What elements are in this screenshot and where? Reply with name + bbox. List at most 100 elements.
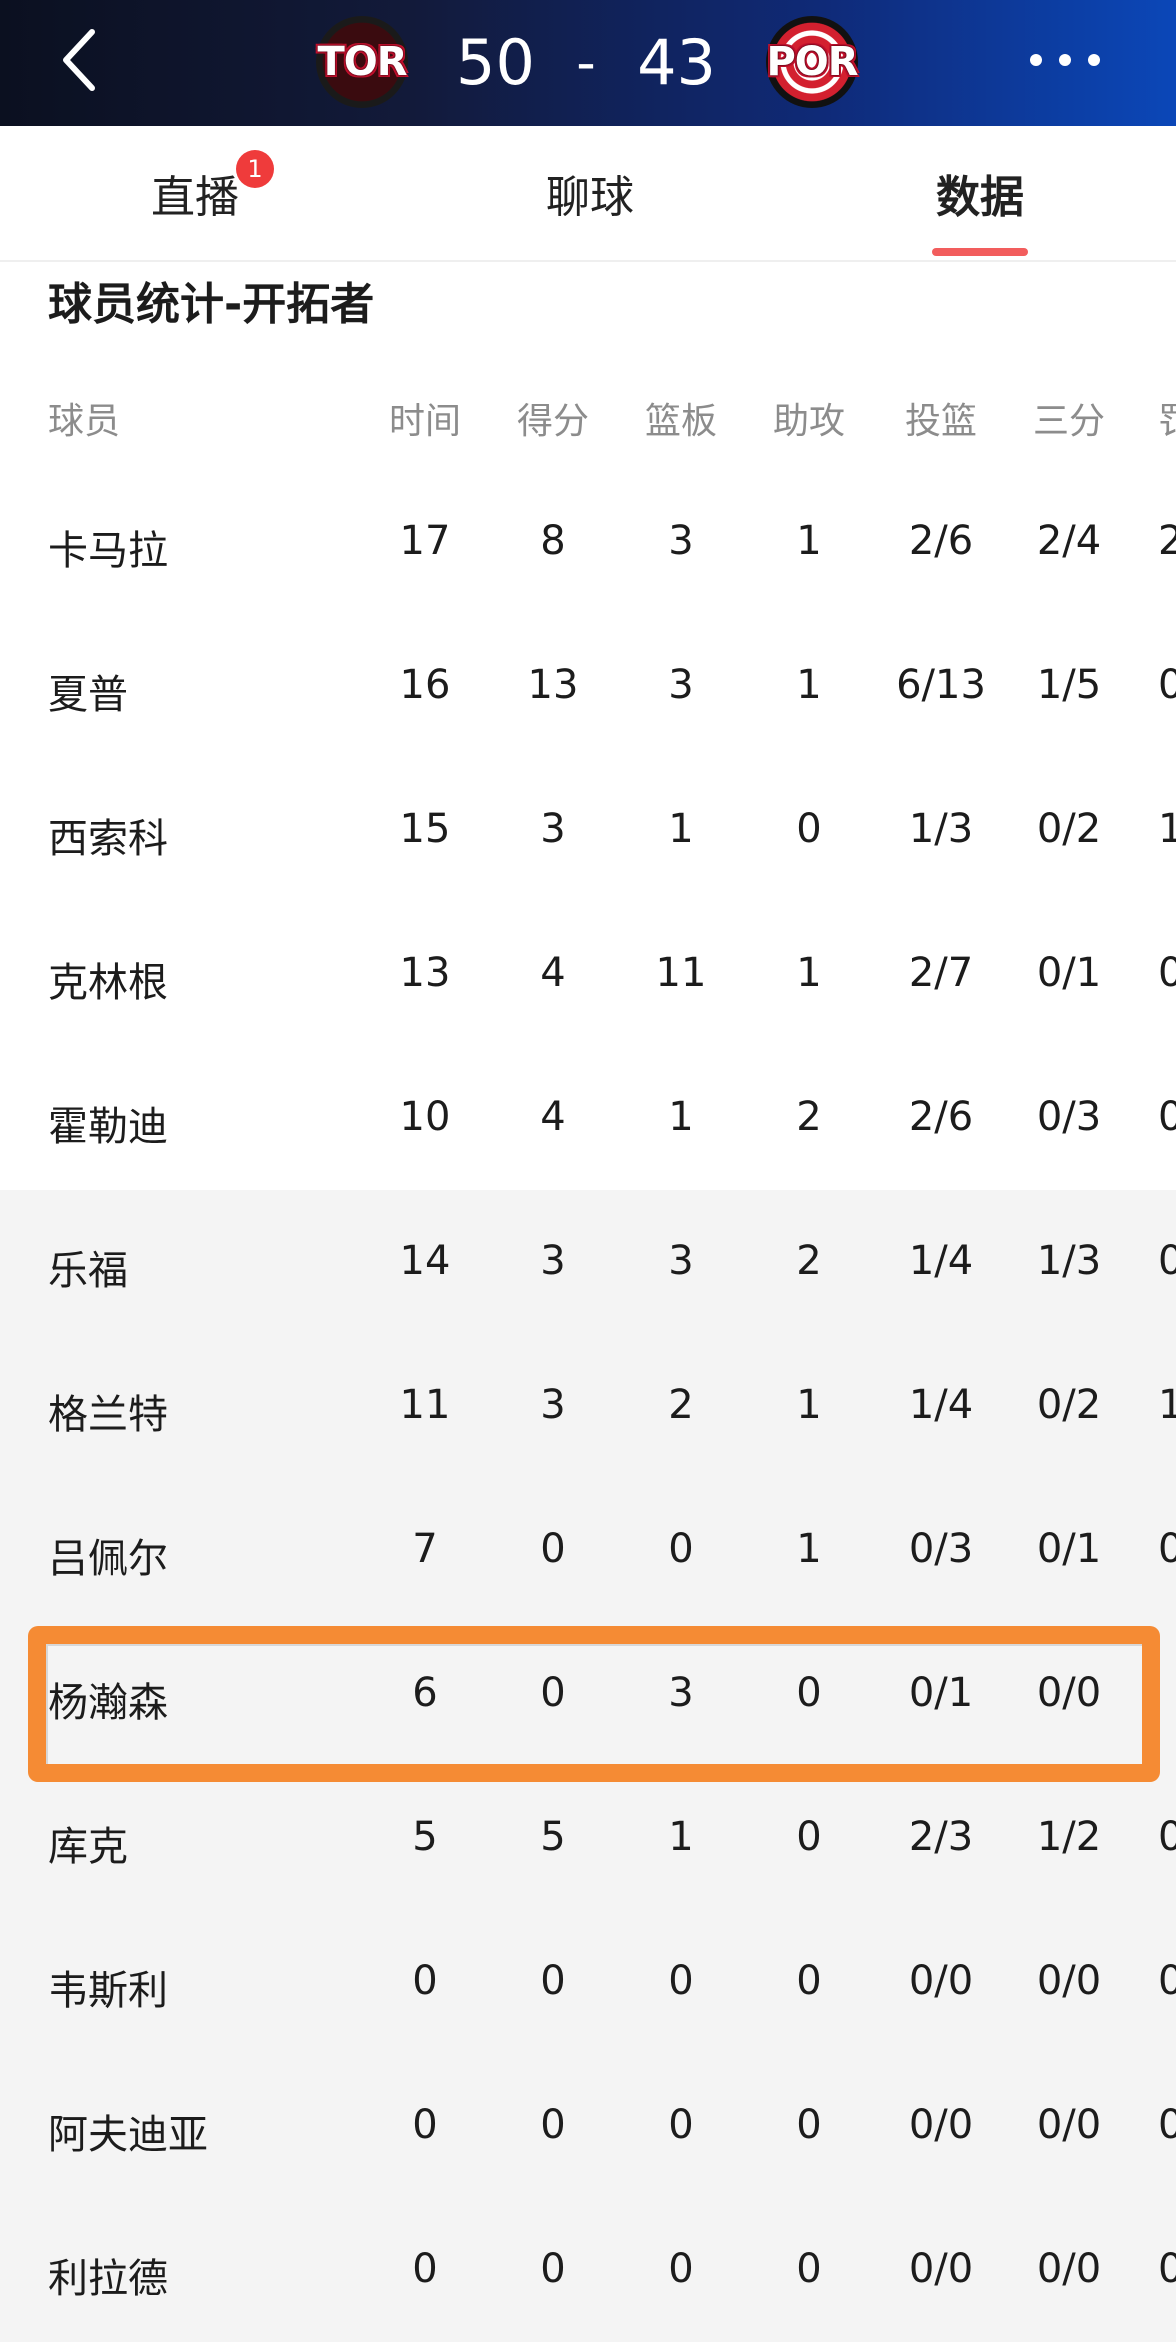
stat-rebounds: 0 [668,1526,694,1572]
column-header-free-throws[interactable]: 罚 [1158,392,1176,444]
stat-rebounds: 3 [668,1670,694,1716]
stat-rebounds: 0 [668,1958,694,2004]
column-header-minutes[interactable]: 时间 [380,392,470,444]
player-name: 库克 [48,1824,128,1870]
table-row[interactable]: 西索科 15 3 1 0 1/3 0/2 1 [0,758,1176,902]
tab-bar: 直播 1 聊球 数据 [0,126,1176,262]
column-header-player: 球员 [48,401,121,442]
table-row[interactable]: 卡马拉 17 8 3 1 2/6 2/4 2 [0,470,1176,614]
stat-rebounds: 0 [668,2102,694,2148]
table-row[interactable]: 阿夫迪亚 0 0 0 0 0/0 0/0 0 [0,2054,1176,2198]
stat-free-throws: 0 [1158,1094,1176,1140]
stat-assists: 2 [796,1094,822,1140]
stat-assists: 1 [796,1526,822,1572]
stat-three-pointers: 0/2 [1036,1382,1102,1428]
chevron-left-icon [63,29,95,91]
team-abbr-tor: TOR [317,39,407,85]
player-name: 阿夫迪亚 [48,2112,208,2158]
table-row[interactable]: 夏普 16 13 3 1 6/13 1/5 0 [0,614,1176,758]
stat-minutes: 6 [412,1670,438,1716]
stat-field-goals: 0/0 [908,1958,974,2004]
stat-assists: 0 [796,1814,822,1860]
tab-chat[interactable]: 聊球 [490,126,690,260]
scoreboard: 50 - 43 [456,22,716,102]
stat-free-throws: 2 [1158,518,1176,564]
tab-live-label: 直播 [151,172,239,223]
stat-points: 8 [540,518,566,564]
more-dots-icon [1088,54,1100,66]
tab-live[interactable]: 直播 1 [100,126,290,260]
stat-three-pointers: 1/2 [1036,1814,1102,1860]
stat-minutes: 13 [399,950,451,996]
tab-chat-label: 聊球 [546,172,634,223]
stat-assists: 0 [796,1958,822,2004]
table-row[interactable]: 乐福 14 3 3 2 1/4 1/3 0 [0,1190,1176,1334]
stat-minutes: 5 [412,1814,438,1860]
stat-field-goals: 0/0 [908,2102,974,2148]
stat-rebounds: 11 [655,950,707,996]
team-logo-tor[interactable]: TOR [316,16,408,108]
player-name: 卡马拉 [48,528,168,574]
table-row[interactable]: 霍勒迪 10 4 1 2 2/6 0/3 0 [0,1046,1176,1190]
column-header-field-goals[interactable]: 投篮 [876,392,1006,444]
column-header-rebounds[interactable]: 篮板 [636,392,726,444]
stat-points: 0 [540,2246,566,2292]
stat-assists: 0 [796,1670,822,1716]
table-row[interactable]: 吕佩尔 7 0 0 1 0/3 0/1 0 [0,1478,1176,1622]
stat-rebounds: 0 [668,2246,694,2292]
stat-three-pointers: 0/3 [1036,1094,1102,1140]
notification-badge: 1 [236,150,274,188]
table-row[interactable]: 克林根 13 4 11 1 2/7 0/1 0 [0,902,1176,1046]
more-button[interactable] [1030,40,1100,80]
stat-three-pointers: 0/0 [1036,2246,1102,2292]
table-row[interactable]: 格兰特 11 3 2 1 1/4 0/2 1 [0,1334,1176,1478]
table-row[interactable]: 韦斯利 0 0 0 0 0/0 0/0 0 [0,1910,1176,2054]
stat-three-pointers: 0/1 [1036,950,1102,996]
stat-field-goals: 0/1 [908,1670,974,1716]
stat-field-goals: 6/13 [896,662,986,708]
table-row[interactable]: 库克 5 5 1 0 2/3 1/2 0 [0,1766,1176,1910]
table-row-highlighted[interactable]: 杨瀚森 6 0 3 0 0/1 0/0 [0,1622,1176,1766]
tab-data[interactable]: 数据 [880,126,1080,260]
stat-points: 3 [540,1238,566,1284]
stat-free-throws: 1 [1158,806,1176,852]
player-name: 韦斯利 [48,1968,168,2014]
stat-points: 0 [540,1958,566,2004]
column-header-three-pointers[interactable]: 三分 [1004,392,1134,444]
home-score: 50 [456,25,535,99]
stat-points: 3 [540,806,566,852]
player-name: 西索科 [48,816,168,862]
stat-field-goals: 2/6 [908,518,974,564]
stat-field-goals: 1/4 [908,1238,974,1284]
back-button[interactable] [48,24,108,96]
stat-assists: 1 [796,518,822,564]
player-name: 吕佩尔 [48,1536,168,1582]
stat-assists: 1 [796,662,822,708]
stat-three-pointers: 0/0 [1036,1958,1102,2004]
team-abbr-por: POR [766,39,858,85]
stat-rebounds: 2 [668,1382,694,1428]
stat-points: 13 [527,662,579,708]
score-separator: - [576,30,596,94]
player-name: 克林根 [48,960,168,1006]
stat-field-goals: 1/4 [908,1382,974,1428]
stat-free-throws: 0 [1158,1814,1176,1860]
column-header-points[interactable]: 得分 [508,392,598,444]
player-name: 格兰特 [48,1392,168,1438]
table-row[interactable]: 利拉德 0 0 0 0 0/0 0/0 0 [0,2198,1176,2342]
stat-points: 4 [540,950,566,996]
stat-field-goals: 2/6 [908,1094,974,1140]
stat-field-goals: 2/3 [908,1814,974,1860]
stat-free-throws: 0 [1158,950,1176,996]
column-header-assists[interactable]: 助攻 [764,392,854,444]
stat-rebounds: 3 [668,1238,694,1284]
stat-free-throws: 1 [1158,1382,1176,1428]
team-logo-por[interactable]: POR [766,16,859,108]
stat-three-pointers: 2/4 [1036,518,1102,564]
stat-points: 0 [540,2102,566,2148]
active-tab-indicator [932,248,1028,256]
stat-minutes: 11 [399,1382,451,1428]
stat-rebounds: 3 [668,518,694,564]
stat-assists: 2 [796,1238,822,1284]
player-name: 杨瀚森 [48,1680,168,1726]
